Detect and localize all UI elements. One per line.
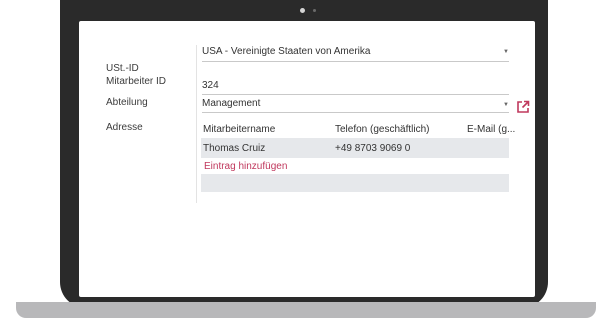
- cell-phone: +49 8703 9069 0: [335, 143, 411, 154]
- chevron-down-icon[interactable]: ▼: [503, 102, 509, 108]
- department-underline: [202, 112, 509, 113]
- country-select[interactable]: USA - Vereinigte Staaten von Amerika: [202, 46, 509, 57]
- screen: USt.-ID Mitarbeiter ID Abteilung Adresse…: [79, 21, 535, 297]
- cell-name: Thomas Cruiz: [203, 143, 266, 154]
- add-entry-link[interactable]: Eintrag hinzufügen: [204, 161, 287, 172]
- ust-id-label: USt.-ID: [106, 63, 139, 74]
- column-header-email[interactable]: E-Mail (g...: [467, 124, 515, 135]
- empty-table-row: [201, 174, 509, 192]
- external-link-icon[interactable]: [516, 100, 530, 114]
- column-header-phone[interactable]: Telefon (geschäftlich): [335, 124, 430, 135]
- camera-dot: [300, 8, 305, 13]
- department-select[interactable]: Management: [202, 98, 509, 109]
- chevron-down-icon[interactable]: ▼: [503, 49, 509, 55]
- laptop-base: [16, 302, 596, 318]
- employee-id-underline: [202, 94, 509, 95]
- employee-id-label: Mitarbeiter ID: [106, 76, 167, 87]
- column-header-name[interactable]: Mitarbeitername: [203, 124, 275, 135]
- address-label: Adresse: [106, 122, 143, 133]
- country-underline: [202, 61, 509, 62]
- column-divider: [196, 45, 197, 203]
- employee-id-field[interactable]: 324: [202, 80, 509, 91]
- department-label: Abteilung: [106, 97, 148, 108]
- camera-sensor: [313, 9, 316, 12]
